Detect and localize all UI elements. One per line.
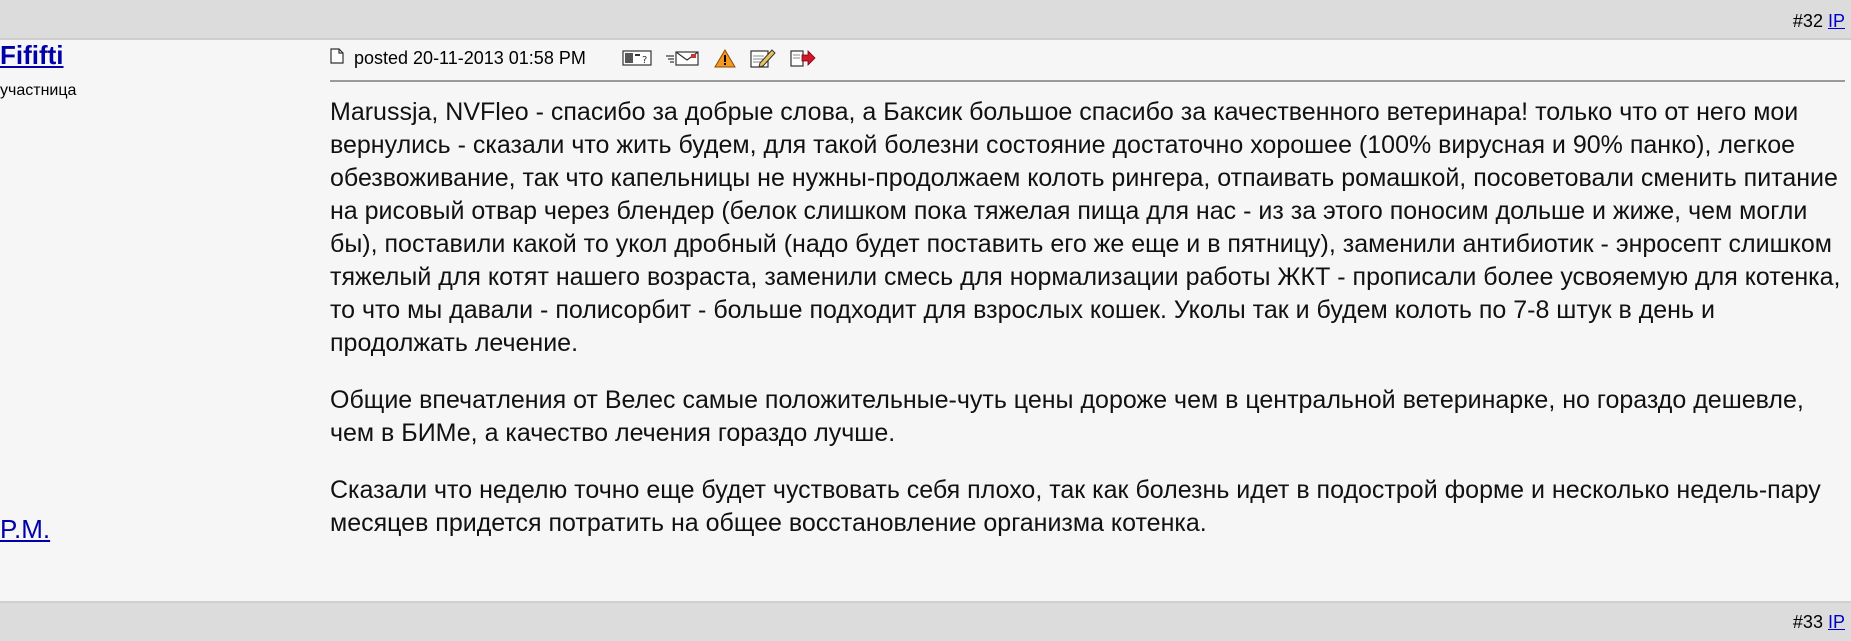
post-timestamp: posted 20-11-2013 01:58 PM [354, 47, 586, 68]
author-name-link[interactable]: Fififti [0, 40, 64, 71]
post-separator-bar-bottom: #33 IP [0, 601, 1851, 641]
reply-arrow-icon[interactable] [790, 48, 816, 68]
post-toolbar: ? [622, 48, 816, 68]
private-message-link[interactable]: P.M. [0, 514, 50, 545]
profile-card-icon[interactable]: ? [622, 48, 652, 68]
post-number-label: #32 [1792, 11, 1823, 31]
document-icon [330, 47, 344, 69]
author-rank: участница [0, 82, 77, 99]
post-header: posted 20-11-2013 01:58 PM ? [330, 46, 816, 70]
post-divider [330, 80, 1845, 82]
post-paragraph: Общие впечатления от Велес самые положит… [330, 386, 1804, 447]
post-number-label: #33 [1792, 612, 1823, 632]
ip-link[interactable]: IP [1828, 11, 1845, 31]
post-separator-bar-top: #32 IP [0, 0, 1851, 40]
post-number-33: #33 IP [1793, 613, 1845, 631]
post-number-32: #32 IP [1793, 12, 1845, 30]
ip-link[interactable]: IP [1828, 612, 1845, 632]
warning-icon[interactable] [713, 48, 736, 68]
post-paragraph: Marussja, NVFleo - спасибо за добрые сло… [330, 98, 1841, 357]
svg-text:?: ? [642, 55, 647, 66]
post-body: Marussja, NVFleo - спасибо за добрые сло… [330, 96, 1845, 564]
post-paragraph: Сказали что неделю точно еще будет чуств… [330, 476, 1821, 537]
edit-icon[interactable] [750, 48, 776, 68]
email-icon[interactable] [665, 48, 700, 68]
